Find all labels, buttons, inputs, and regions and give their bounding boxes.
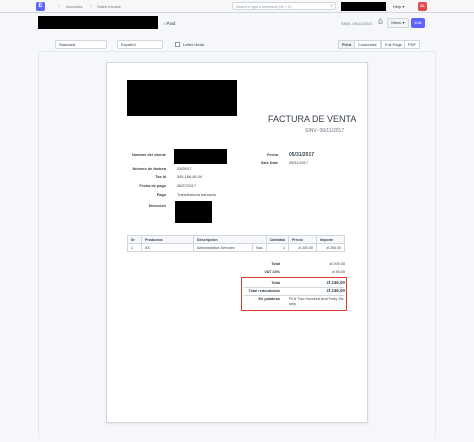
- tax-id-label: Tax Id: [155, 175, 166, 179]
- edit-button[interactable]: Edit: [411, 18, 425, 28]
- language-select[interactable]: Español: [117, 40, 163, 49]
- grand-total-label: Total: [271, 281, 280, 285]
- customer-name-label: Nombre del cliente: [132, 153, 166, 157]
- document-name: SINV- 05/11/2017: [341, 21, 373, 26]
- sale-date-value: 05/31/2017: [289, 161, 309, 165]
- customize-button[interactable]: Customize: [354, 40, 381, 49]
- breadcrumb-accounts[interactable]: Accounts: [66, 4, 82, 9]
- vat-value: zł 46.00: [331, 270, 345, 274]
- cell-quantity: 1: [265, 243, 290, 252]
- col-header-quantity: Cantidad: [265, 235, 290, 244]
- col-header-amount: Importe: [316, 235, 345, 244]
- col-header-products: Productos: [141, 235, 194, 244]
- menu-label: Menu: [391, 20, 402, 25]
- redacted-address: [175, 201, 212, 223]
- pdf-button[interactable]: PDF: [404, 40, 420, 49]
- in-words-label: En palabras: [258, 297, 280, 301]
- tax-id-value: 545-166-48-54: [177, 175, 202, 179]
- cell-amount: zł 200.00: [316, 243, 345, 252]
- col-header-price: Precio: [288, 235, 317, 244]
- payment-value: Transferencia bancaria: [177, 193, 216, 197]
- letterhead-checkbox[interactable]: [175, 42, 180, 47]
- address-label: Dirección: [148, 204, 166, 208]
- status-label: Paid: [166, 21, 176, 26]
- redacted-user-name: [341, 2, 386, 11]
- menu-button[interactable]: Menu ▾: [387, 18, 409, 28]
- in-words-value: PLN Two Hundred And Forty Six only.: [289, 297, 344, 306]
- col-header-description: Descripción: [193, 235, 267, 244]
- sale-date-label: Sale Date: [260, 161, 278, 165]
- search-placeholder: Search or type a command (Ctrl + G): [236, 5, 292, 9]
- cell-unit: Nos: [252, 243, 267, 252]
- col-header-sr: Sr: [127, 235, 142, 244]
- rounded-total-value: zł 246.00: [326, 288, 345, 293]
- redacted-company-logo: [127, 80, 237, 116]
- vat-label: VAT 23%: [264, 270, 280, 274]
- print-icon[interactable]: ⎙: [378, 19, 383, 26]
- table-header-row: Sr Productos Descripción Cantidad Precio…: [127, 235, 345, 244]
- search-input[interactable]: Search or type a command (Ctrl + G) ⌕: [232, 2, 336, 10]
- table-row: 1 AS Administration Services Nos 1 zł 20…: [127, 243, 345, 252]
- invoice-subtitle: SINV- 06/11/2017: [305, 128, 345, 134]
- cell-product: AS: [141, 243, 194, 252]
- breadcrumb-sales-invoice[interactable]: Sales Invoice: [97, 4, 121, 9]
- payment-label: Pago: [156, 193, 166, 197]
- print-button[interactable]: Print: [338, 40, 356, 49]
- payment-date-value: 06/07/2017: [177, 184, 197, 188]
- full-page-button[interactable]: Full Page: [381, 40, 406, 49]
- total-label: Total: [271, 262, 280, 266]
- grand-total-value: zł 246.00: [326, 280, 345, 285]
- cell-sr: 1: [127, 243, 142, 252]
- help-label: Help: [393, 4, 402, 9]
- top-navbar: E › Accounts › Sales Invoice Search or t…: [0, 0, 474, 13]
- letterhead-label: Letter Head: [183, 42, 204, 47]
- cell-description: Administration Services: [192, 243, 254, 252]
- chevron-right-icon: ›: [58, 3, 60, 9]
- chevron-right-icon: ›: [90, 3, 92, 9]
- invoice-number-label: Número de factura: [132, 167, 166, 171]
- rounded-total-label: Total redondeado: [248, 289, 280, 293]
- help-menu[interactable]: Help ▾: [393, 4, 404, 9]
- items-table: Sr Productos Descripción Cantidad Precio…: [127, 235, 345, 252]
- app-logo[interactable]: E: [36, 2, 45, 11]
- payment-date-label: Fecha de pago: [139, 184, 166, 188]
- total-value: zł 200.00: [329, 262, 345, 266]
- invoice-title: FACTURA DE VENTA: [268, 114, 357, 124]
- invoice-number-value: 03/05/17: [177, 167, 192, 171]
- redacted-page-title: [38, 16, 158, 29]
- avatar[interactable]: SL: [418, 2, 427, 11]
- status-badge: ●Paid: [163, 21, 175, 26]
- print-format-select[interactable]: Standard: [55, 40, 107, 49]
- date-label: Fecha: [267, 153, 278, 157]
- divider: [244, 295, 344, 296]
- search-icon: ⌕: [330, 3, 333, 9]
- date-value: 05/31/2017: [289, 152, 315, 158]
- cell-price: zł 200.00: [288, 243, 317, 252]
